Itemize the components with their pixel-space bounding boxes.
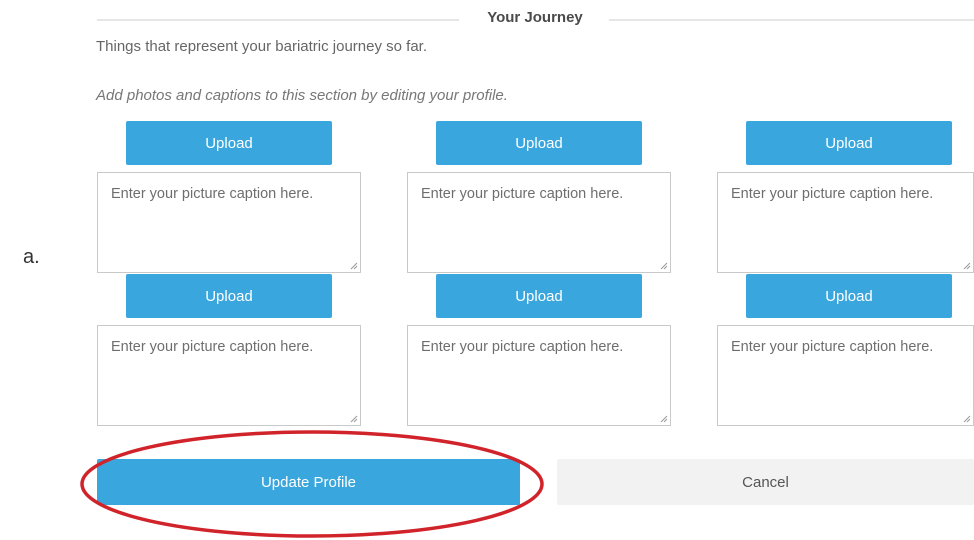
resize-grip-icon[interactable] (963, 415, 971, 423)
resize-grip-icon[interactable] (660, 262, 668, 270)
caption-textarea[interactable]: Enter your picture caption here. (97, 172, 361, 273)
caption-placeholder: Enter your picture caption here. (731, 339, 934, 355)
resize-grip-icon[interactable] (350, 415, 358, 423)
section-title: Your Journey (487, 9, 583, 26)
caption-placeholder: Enter your picture caption here. (111, 186, 314, 202)
cancel-button[interactable]: Cancel (557, 459, 974, 505)
caption-textarea[interactable]: Enter your picture caption here. (717, 172, 974, 273)
caption-placeholder: Enter your picture caption here. (731, 186, 934, 202)
profile-journey-page: Your Journey Things that represent your … (0, 0, 974, 540)
upload-button[interactable]: Upload (746, 274, 952, 318)
caption-textarea[interactable]: Enter your picture caption here. (97, 325, 361, 426)
caption-placeholder: Enter your picture caption here. (421, 186, 624, 202)
section-divider-right (609, 19, 974, 21)
update-profile-button[interactable]: Update Profile (97, 459, 520, 505)
upload-button[interactable]: Upload (126, 121, 332, 165)
resize-grip-icon[interactable] (350, 262, 358, 270)
upload-button[interactable]: Upload (126, 274, 332, 318)
section-divider-left (97, 19, 459, 21)
section-instruction: Add photos and captions to this section … (96, 87, 508, 104)
upload-button[interactable]: Upload (436, 274, 642, 318)
resize-grip-icon[interactable] (963, 262, 971, 270)
resize-grip-icon[interactable] (660, 415, 668, 423)
caption-placeholder: Enter your picture caption here. (111, 339, 314, 355)
item-label: a. (23, 246, 40, 268)
caption-textarea[interactable]: Enter your picture caption here. (407, 325, 671, 426)
section-description: Things that represent your bariatric jou… (96, 38, 427, 55)
upload-button[interactable]: Upload (746, 121, 952, 165)
caption-placeholder: Enter your picture caption here. (421, 339, 624, 355)
upload-button[interactable]: Upload (436, 121, 642, 165)
caption-textarea[interactable]: Enter your picture caption here. (717, 325, 974, 426)
caption-textarea[interactable]: Enter your picture caption here. (407, 172, 671, 273)
